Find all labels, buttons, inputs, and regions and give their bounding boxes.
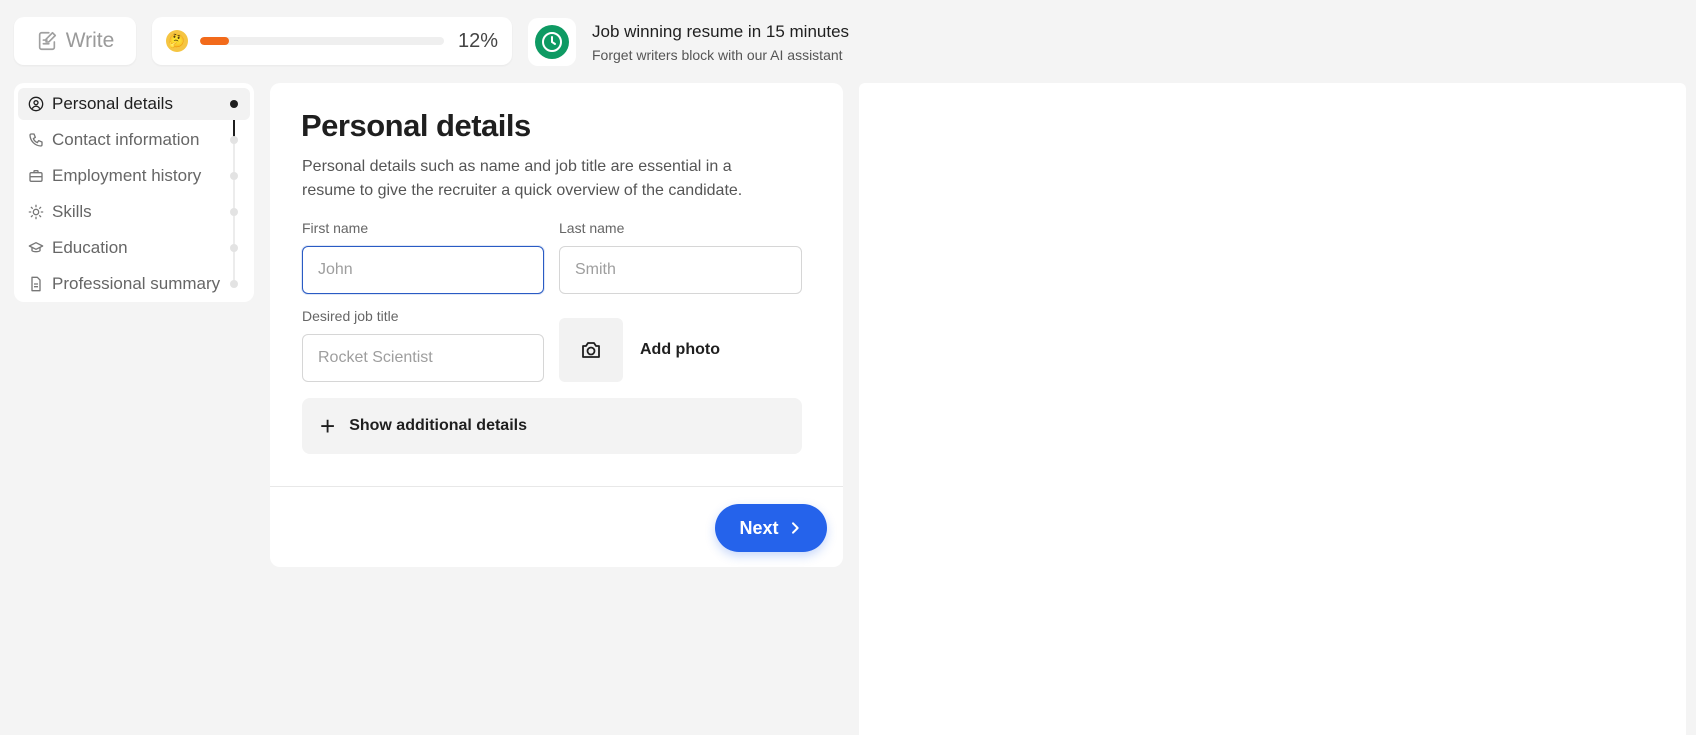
next-label: Next (739, 517, 779, 538)
sidebar-item-label: Personal details (52, 94, 173, 113)
progress-percent: 12% (457, 29, 498, 52)
show-additional-details-label: Show additional details (349, 417, 527, 434)
chevron-right-icon (791, 522, 799, 534)
ai-promo-title: Job winning resume in 15 minutes (592, 22, 850, 41)
add-photo-label[interactable]: Add photo (640, 341, 720, 359)
step-dot (230, 280, 238, 288)
sections-sidebar: Personal details Contact information Emp… (14, 83, 254, 302)
progress-fill (200, 37, 230, 45)
briefcase-icon (29, 170, 43, 182)
personal-details-card: Personal details Personal details such a… (270, 83, 843, 567)
user-circle-icon (28, 96, 44, 112)
sidebar-item-employment-history[interactable]: Employment history (18, 160, 250, 192)
first-name-input[interactable] (302, 246, 544, 294)
step-dot (230, 244, 238, 252)
sidebar-item-label: Professional summary (52, 274, 221, 293)
write-button[interactable]: Write (14, 17, 136, 65)
graduation-cap-icon (28, 242, 44, 253)
show-additional-details-button[interactable]: + Show additional details (302, 398, 802, 454)
step-dot (230, 172, 238, 180)
ai-promo-subtitle: Forget writers block with our AI assista… (592, 47, 843, 63)
sidebar-item-skills[interactable]: Skills (18, 196, 250, 228)
write-label: Write (65, 29, 115, 52)
sidebar-item-professional-summary[interactable]: Professional summary (18, 268, 250, 300)
sidebar-item-label: Employment history (52, 166, 202, 185)
last-name-input[interactable] (559, 246, 802, 294)
section-description: Personal details such as name and job ti… (302, 158, 743, 199)
clock-icon (535, 25, 569, 59)
sidebar-item-label: Contact information (52, 130, 200, 149)
camera-icon (582, 342, 600, 358)
phone-icon (29, 133, 43, 147)
page-title: Personal details (301, 108, 531, 143)
job-title-label: Desired job title (302, 308, 399, 324)
ai-promo: Job winning resume in 15 minutes Forget … (592, 22, 849, 63)
ai-assistant-button[interactable] (528, 18, 576, 66)
card-divider (270, 486, 843, 487)
step-dot (230, 208, 238, 216)
last-name-label: Last name (559, 220, 625, 236)
edit-icon (38, 31, 56, 51)
sidebar-item-education[interactable]: Education (18, 232, 250, 264)
document-icon (31, 276, 41, 292)
sidebar-item-contact-information[interactable]: Contact information (18, 124, 250, 156)
plus-icon: + (320, 411, 336, 441)
job-title-input[interactable] (302, 334, 544, 382)
sidebar-item-label: Skills (52, 202, 92, 221)
step-dot (230, 100, 238, 108)
step-dot (230, 136, 238, 144)
thinking-face-icon: 🤔 (166, 30, 188, 52)
sidebar-item-label: Education (52, 238, 128, 257)
next-button[interactable]: Next (715, 504, 827, 552)
progress-card: 🤔 12% (152, 17, 512, 65)
progress-track (200, 37, 444, 45)
resume-preview (859, 83, 1686, 735)
add-photo-button[interactable] (559, 318, 623, 382)
first-name-label: First name (302, 220, 369, 236)
skills-icon (28, 204, 44, 220)
sidebar-item-personal-details[interactable]: Personal details (18, 88, 250, 120)
